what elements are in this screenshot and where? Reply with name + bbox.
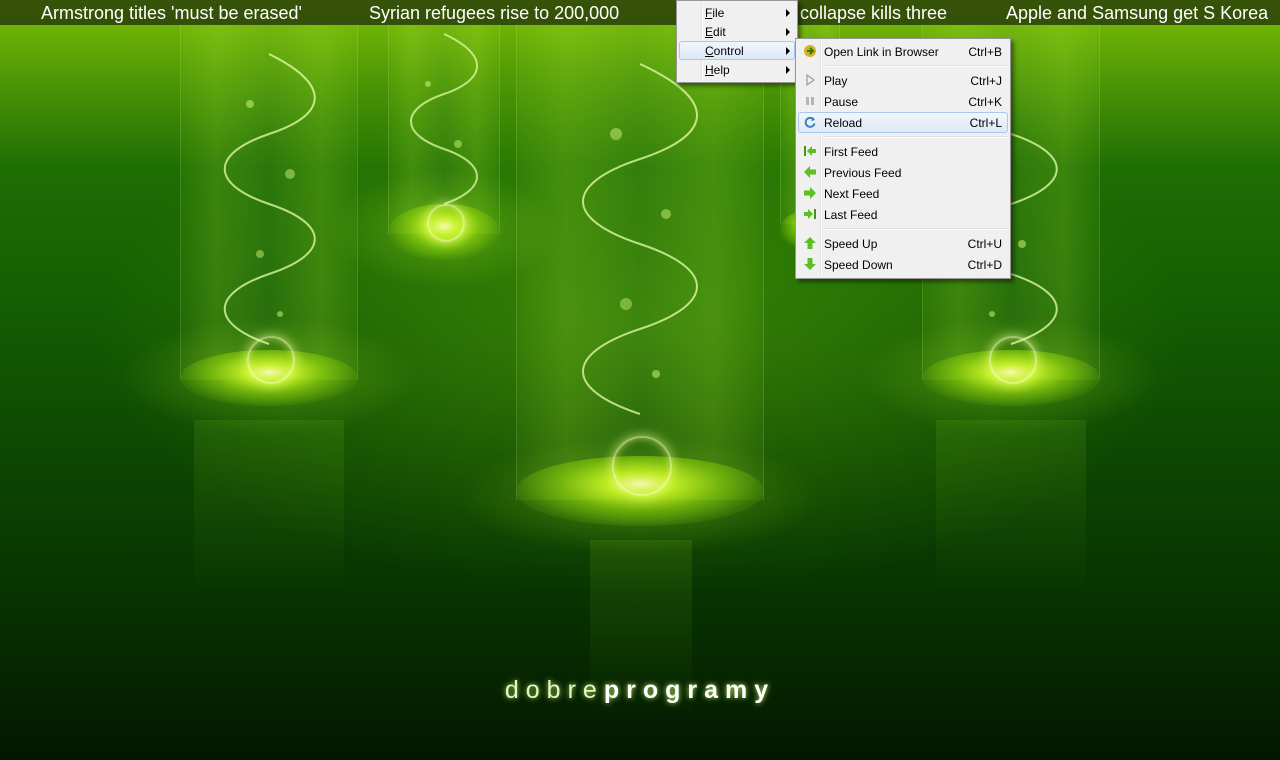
menu-item-edit[interactable]: Edit [679, 22, 795, 41]
menu-item-open-link-in-browser[interactable]: Open Link in Browser Ctrl+B [798, 41, 1008, 62]
menu-item-help[interactable]: Help [679, 60, 795, 79]
menu-item-label: File [705, 6, 725, 20]
wallpaper-brand-logo: dobreprogramy [0, 676, 1280, 705]
speed-up-icon [804, 237, 816, 249]
menu-item-first-feed[interactable]: First Feed [798, 141, 1008, 162]
menu-item-label: Edit [705, 25, 726, 39]
menu-item-label: Last Feed [824, 208, 878, 222]
menu-item-shortcut: Ctrl+D [967, 258, 1002, 272]
pause-icon [806, 97, 814, 105]
glowing-tube [328, 24, 560, 290]
ticker-headline[interactable]: Apple and Samsung get S Korea [1006, 3, 1268, 24]
menu-item-label: Play [824, 74, 848, 88]
menu-item-label: Next Feed [824, 187, 880, 201]
last-feed-icon [804, 209, 816, 219]
menu-item-label: Speed Down [824, 258, 893, 272]
previous-feed-icon [804, 166, 816, 178]
submenu-arrow-icon [786, 47, 790, 55]
menu-item-label: Control [705, 44, 744, 58]
submenu-arrow-icon [786, 28, 790, 36]
reload-icon [804, 116, 816, 128]
menu-item-previous-feed[interactable]: Previous Feed [798, 162, 1008, 183]
menu-separator [824, 65, 1008, 67]
desktop-wallpaper: dobreprogramy [0, 0, 1280, 760]
glowing-tube [922, 420, 1100, 600]
menu-item-file[interactable]: File [679, 3, 795, 22]
glowing-tube [580, 540, 702, 740]
menu-item-pause[interactable]: Pause Ctrl+K [798, 91, 1008, 112]
open-link-icon [804, 45, 816, 57]
control-submenu: Open Link in Browser Ctrl+B Play Ctrl+J … [795, 38, 1011, 279]
speed-down-icon [804, 258, 816, 270]
context-menu: File Edit Control Help [676, 0, 798, 83]
menu-item-label: Open Link in Browser [824, 45, 939, 59]
menu-item-shortcut: Ctrl+U [967, 237, 1002, 251]
menu-item-shortcut: Ctrl+K [968, 95, 1002, 109]
submenu-arrow-icon [786, 9, 790, 17]
menu-item-shortcut: Ctrl+L [969, 116, 1002, 130]
brand-text-bold: programy [603, 676, 776, 704]
submenu-arrow-icon [786, 66, 790, 74]
menu-item-play[interactable]: Play Ctrl+J [798, 70, 1008, 91]
news-ticker-bar[interactable]: Armstrong titles 'must be erased' Syrian… [0, 0, 1280, 25]
menu-item-control[interactable]: Control [679, 41, 795, 60]
menu-separator [824, 228, 1008, 230]
menu-item-shortcut: Ctrl+J [970, 74, 1002, 88]
ticker-headline[interactable]: Armstrong titles 'must be erased' [41, 3, 302, 24]
menu-item-shortcut: Ctrl+B [968, 45, 1002, 59]
play-icon [806, 73, 816, 87]
menu-item-next-feed[interactable]: Next Feed [798, 183, 1008, 204]
menu-item-label: Previous Feed [824, 166, 902, 180]
first-feed-icon [804, 146, 816, 156]
menu-item-label: First Feed [824, 145, 879, 159]
menu-item-last-feed[interactable]: Last Feed [798, 204, 1008, 225]
brand-text-light: dobre [504, 676, 604, 704]
menu-separator [824, 136, 1008, 138]
menu-item-label: Reload [824, 116, 863, 130]
ticker-headline[interactable]: collapse kills three [800, 3, 947, 24]
menu-item-label: Speed Up [824, 237, 878, 251]
menu-item-label: Pause [824, 95, 859, 109]
menu-item-speed-up[interactable]: Speed Up Ctrl+U [798, 233, 1008, 254]
menu-item-speed-down[interactable]: Speed Down Ctrl+D [798, 254, 1008, 275]
ticker-headline[interactable]: Syrian refugees rise to 200,000 [369, 3, 619, 24]
glowing-tube [456, 24, 824, 556]
glowing-tube [180, 420, 358, 600]
next-feed-icon [804, 187, 816, 199]
menu-item-reload[interactable]: Reload Ctrl+L [798, 112, 1008, 133]
menu-item-label: Help [705, 63, 730, 77]
